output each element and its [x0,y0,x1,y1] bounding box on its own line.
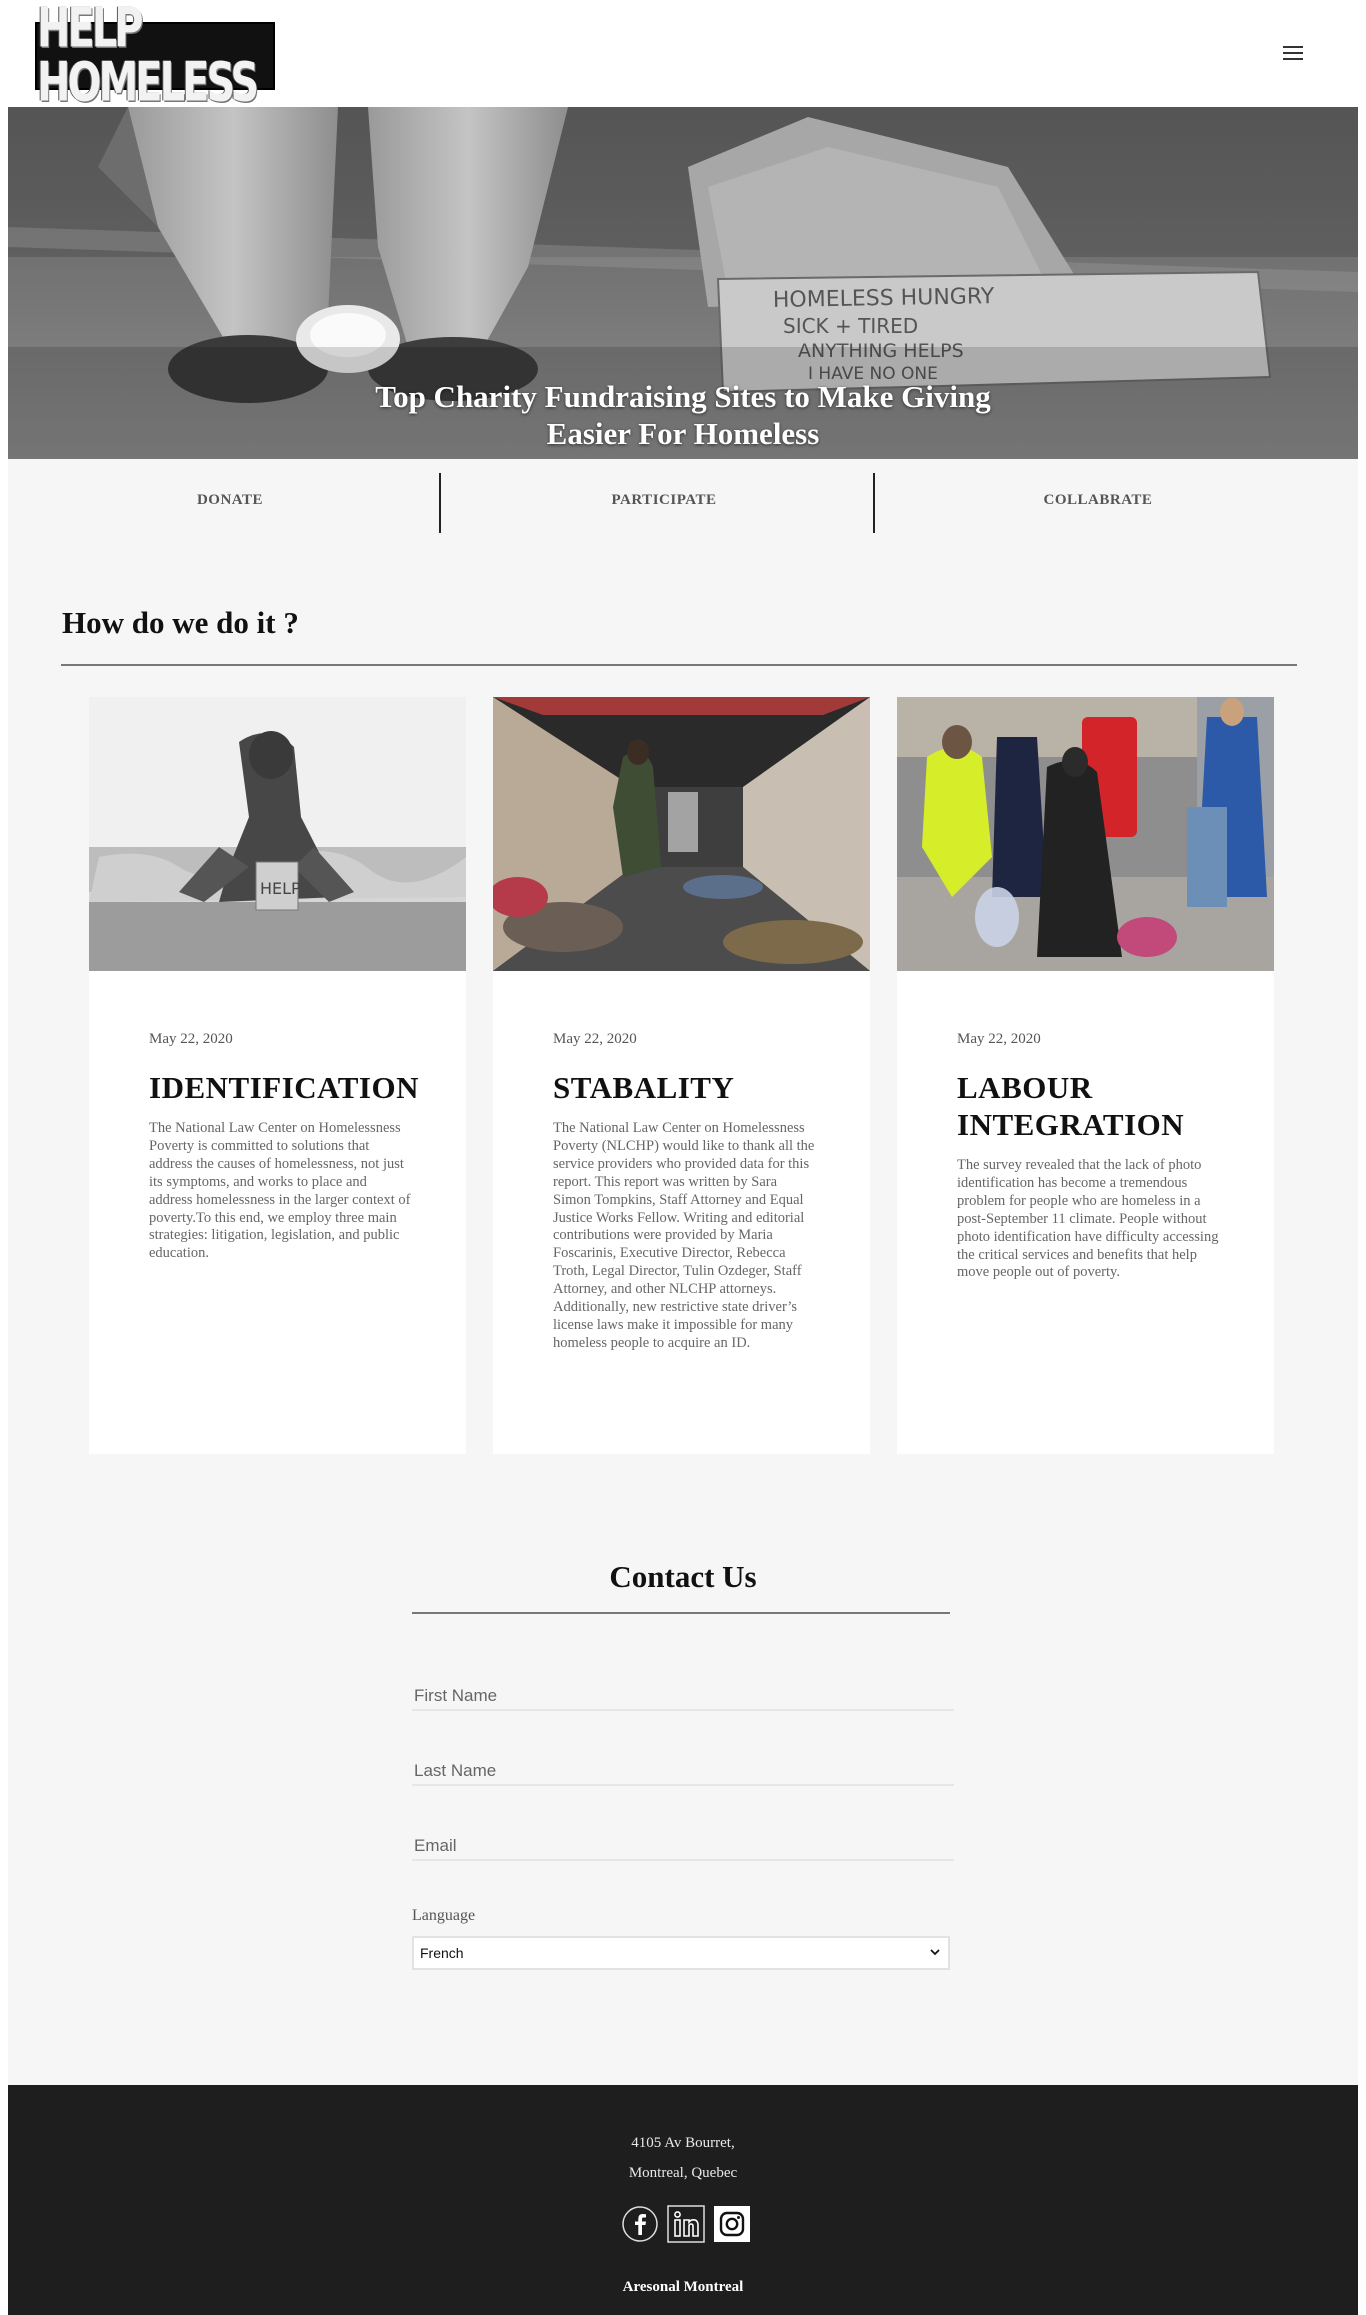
card-title: STABALITY [553,1070,735,1105]
instagram-icon[interactable] [713,2205,751,2243]
divider [873,473,875,533]
logo-text: HELP HOMELESS [37,0,259,115]
card-stability[interactable]: May 22, 2020 STABALITY The National Law … [493,697,870,1454]
hero-title: Top Charity Fundraising Sites to Make Gi… [375,379,991,451]
how-section-title: How do we do it ? [62,605,299,640]
card-date: May 22, 2020 [553,1031,637,1047]
card-title: IDENTIFICATION [149,1070,419,1105]
address-line: Montreal, Quebec [628,2165,738,2181]
svg-text:SICK + TIRED: SICK + TIRED [783,314,918,338]
chevron-down-icon [930,1949,940,1956]
linkedin-icon[interactable] [667,2205,705,2243]
card-image [897,697,1274,971]
card-body: The National Law Center on Homelessness … [149,1120,411,1262]
facebook-icon[interactable] [621,2205,659,2243]
language-label: Language [412,1907,476,1924]
site-footer: 4105 Av Bourret, Montreal, Quebec Areson… [8,2085,1358,2315]
first-name-input[interactable] [412,1675,954,1711]
contact-title: Contact Us [609,1559,757,1594]
site-logo[interactable]: HELP HOMELESS [35,2,275,110]
card-identification[interactable]: HELP May 22, 2020 IDENTIFICATION The Nat… [89,697,466,1454]
card-body: The National Law Center on Homelessness … [553,1120,815,1351]
section-divider [61,664,1297,666]
card-body: The survey revealed that the lack of pho… [957,1157,1219,1281]
card-image: HELP [89,697,466,971]
card-title: LABOUR INTEGRATION [957,1070,1185,1142]
collaborate-button[interactable]: COLLABRATE [883,459,1313,541]
card-image [493,697,870,971]
footer-brand: Aresonal Montreal [622,2279,744,2295]
main-content: HOMELESS HUNGRY SICK + TIRED ANYTHING HE… [8,107,1358,2085]
email-input[interactable] [412,1825,954,1861]
card-image-text: HELP [260,879,301,898]
hero-banner: HOMELESS HUNGRY SICK + TIRED ANYTHING HE… [8,107,1358,459]
participate-button[interactable]: PARTICIPATE [449,459,879,541]
address-line: 4105 Av Bourret, [631,2135,735,2151]
social-links [621,2205,751,2245]
language-selected-value: French [420,1945,464,1961]
site-header: HELP HOMELESS [0,0,1366,110]
card-date: May 22, 2020 [149,1031,233,1047]
section-divider [412,1612,950,1614]
language-select[interactable]: French [412,1936,950,1970]
hamburger-menu-icon[interactable] [1283,46,1303,62]
svg-text:HOMELESS HUNGRY: HOMELESS HUNGRY [773,284,995,313]
card-labour-integration[interactable]: May 22, 2020 LABOUR INTEGRATION The surv… [897,697,1274,1454]
card-date: May 22, 2020 [957,1031,1041,1047]
action-tabs: DONATE PARTICIPATE COLLABRATE [8,459,1358,541]
donate-button[interactable]: DONATE [15,459,445,541]
last-name-input[interactable] [412,1750,954,1786]
divider [439,473,441,533]
